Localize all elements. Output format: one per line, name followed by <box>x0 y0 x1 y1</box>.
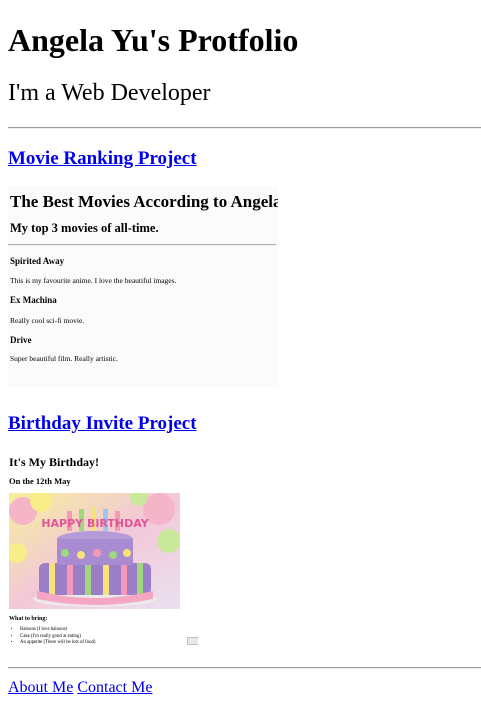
movie-desc-3: Super beautiful film. Really artistic. <box>10 354 118 363</box>
birthday-cake-image: HAPPY BIRTHDAY <box>9 493 180 609</box>
page-subtitle: I'm a Web Developer <box>8 80 211 106</box>
page-title: Angela Yu's Protfolio <box>8 22 299 58</box>
top-divider <box>8 127 481 129</box>
birthday-invite-screenshot[interactable]: It's My Birthday! On the 12th May HAPPY … <box>8 451 198 651</box>
movie-ranking-project-link[interactable]: Movie Ranking Project <box>8 148 197 170</box>
footer-links: About Me Contact Me <box>8 678 152 698</box>
about-me-link[interactable]: About Me <box>8 679 73 696</box>
movie-page-divider <box>8 244 276 246</box>
contact-me-link[interactable]: Contact Me <box>77 679 152 696</box>
movie-title-1: Spirited Away <box>10 256 65 266</box>
movie-ranking-screenshot[interactable]: The Best Movies According to Angela My t… <box>8 186 278 386</box>
cake-banner-text: HAPPY BIRTHDAY <box>41 517 149 530</box>
birthday-page-date: On the 12th May <box>9 476 71 486</box>
birthday-invite-project-link[interactable]: Birthday Invite Project <box>8 413 197 435</box>
movie-title-3: Drive <box>10 335 32 345</box>
movie-page-subtitle: My top 3 movies of all-time. <box>10 221 159 235</box>
bring-heading: What to bring: <box>9 616 48 622</box>
movie-desc-2: Really cool sci-fi movie. <box>10 316 85 325</box>
movie-desc-1: This is my favourite anime. I love the b… <box>10 276 177 285</box>
bottom-divider <box>8 667 481 669</box>
birthday-page-title: It's My Birthday! <box>9 455 99 469</box>
list-item: An appetite (There will be lots of food) <box>20 640 96 647</box>
portfolio-page: Angela Yu's Protfolio I'm a Web Develope… <box>0 0 481 720</box>
movie-page-title: The Best Movies According to Angela <box>10 192 278 211</box>
bring-list: Baloons (I love baloons) Cake (I'm reall… <box>12 627 96 647</box>
movie-title-2: Ex Machina <box>10 295 57 305</box>
map-thumbnail <box>187 637 198 645</box>
